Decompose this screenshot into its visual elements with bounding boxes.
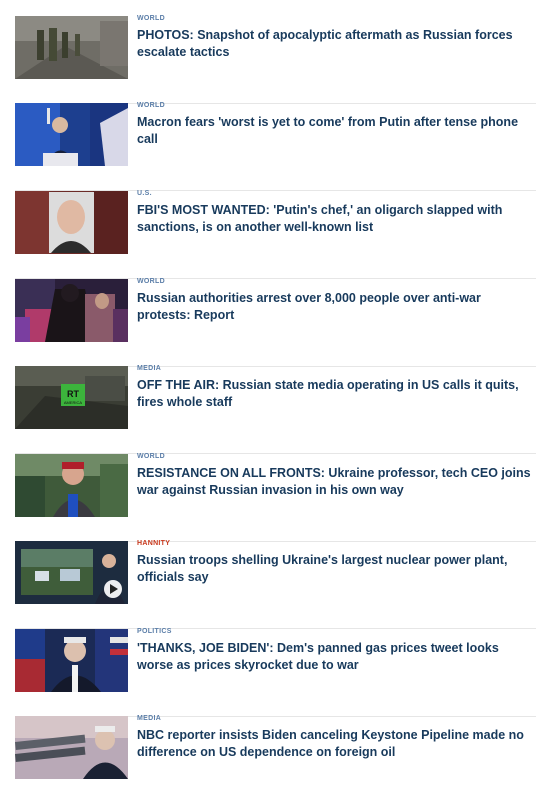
article-thumbnail[interactable] bbox=[15, 16, 128, 79]
headline-link[interactable]: FBI'S MOST WANTED: 'Putin's chef,' an ol… bbox=[137, 202, 536, 236]
article-thumbnail[interactable] bbox=[15, 279, 128, 342]
list-item[interactable]: WORLD Macron fears 'worst is yet to come… bbox=[15, 101, 536, 191]
headline-link[interactable]: 'THANKS, JOE BIDEN': Dem's panned gas pr… bbox=[137, 640, 536, 674]
headline-link[interactable]: Macron fears 'worst is yet to come' from… bbox=[137, 114, 536, 148]
list-item[interactable]: WORLD RESISTANCE ON ALL FRONTS: Ukraine … bbox=[15, 452, 536, 542]
article-thumbnail[interactable]: RT AMERICA bbox=[15, 366, 128, 429]
list-item[interactable]: WORLD Russian authorities arrest over 8,… bbox=[15, 277, 536, 367]
article-thumbnail[interactable] bbox=[15, 541, 128, 604]
headline-link[interactable]: RESISTANCE ON ALL FRONTS: Ukraine profes… bbox=[137, 465, 536, 499]
category-label[interactable]: WORLD bbox=[137, 452, 536, 461]
category-label[interactable]: U.S. bbox=[137, 189, 536, 198]
article-thumbnail[interactable] bbox=[15, 716, 128, 779]
category-label[interactable]: POLITICS bbox=[137, 627, 536, 636]
article-thumbnail[interactable] bbox=[15, 103, 128, 166]
list-item[interactable]: WORLD PHOTOS: Snapshot of apocalyptic af… bbox=[15, 14, 536, 104]
list-item[interactable]: RT AMERICA MEDIA OFF THE AIR: Russian st… bbox=[15, 364, 536, 454]
rt-sub: AMERICA bbox=[64, 400, 83, 405]
list-item[interactable]: POLITICS 'THANKS, JOE BIDEN': Dem's pann… bbox=[15, 627, 536, 717]
oligarch-portrait-photo bbox=[15, 191, 128, 254]
headline-link[interactable]: Russian troops shelling Ukraine's larges… bbox=[137, 552, 536, 586]
category-label[interactable]: WORLD bbox=[137, 14, 536, 23]
headline-link[interactable]: OFF THE AIR: Russian state media operati… bbox=[137, 377, 536, 411]
article-thumbnail[interactable] bbox=[15, 629, 128, 692]
macron-podium-photo bbox=[15, 103, 128, 166]
category-label[interactable]: MEDIA bbox=[137, 364, 536, 373]
rt-america-logo-photo: RT AMERICA bbox=[15, 366, 128, 429]
list-item[interactable]: U.S. FBI'S MOST WANTED: 'Putin's chef,' … bbox=[15, 189, 536, 279]
headline-link[interactable]: PHOTOS: Snapshot of apocalyptic aftermat… bbox=[137, 27, 536, 61]
rt-logo: RT bbox=[67, 389, 79, 399]
list-item[interactable]: MEDIA NBC reporter insists Biden canceli… bbox=[15, 714, 536, 804]
article-thumbnail[interactable] bbox=[15, 191, 128, 254]
headline-link[interactable]: NBC reporter insists Biden canceling Key… bbox=[137, 727, 536, 761]
category-label[interactable]: HANNITY bbox=[137, 539, 536, 548]
soldiers-street-photo bbox=[15, 16, 128, 79]
category-label[interactable]: MEDIA bbox=[137, 714, 536, 723]
news-feed: WORLD PHOTOS: Snapshot of apocalyptic af… bbox=[0, 0, 547, 779]
category-label[interactable]: WORLD bbox=[137, 101, 536, 110]
biden-pipeline-photo bbox=[15, 716, 128, 779]
category-label[interactable]: WORLD bbox=[137, 277, 536, 286]
hannity-video-thumbnail bbox=[15, 541, 128, 604]
headline-link[interactable]: Russian authorities arrest over 8,000 pe… bbox=[137, 290, 536, 324]
professor-selfie-photo bbox=[15, 454, 128, 517]
protest-arrest-photo bbox=[15, 279, 128, 342]
biden-flags-photo bbox=[15, 629, 128, 692]
list-item[interactable]: HANNITY Russian troops shelling Ukraine'… bbox=[15, 539, 536, 629]
article-thumbnail[interactable] bbox=[15, 454, 128, 517]
